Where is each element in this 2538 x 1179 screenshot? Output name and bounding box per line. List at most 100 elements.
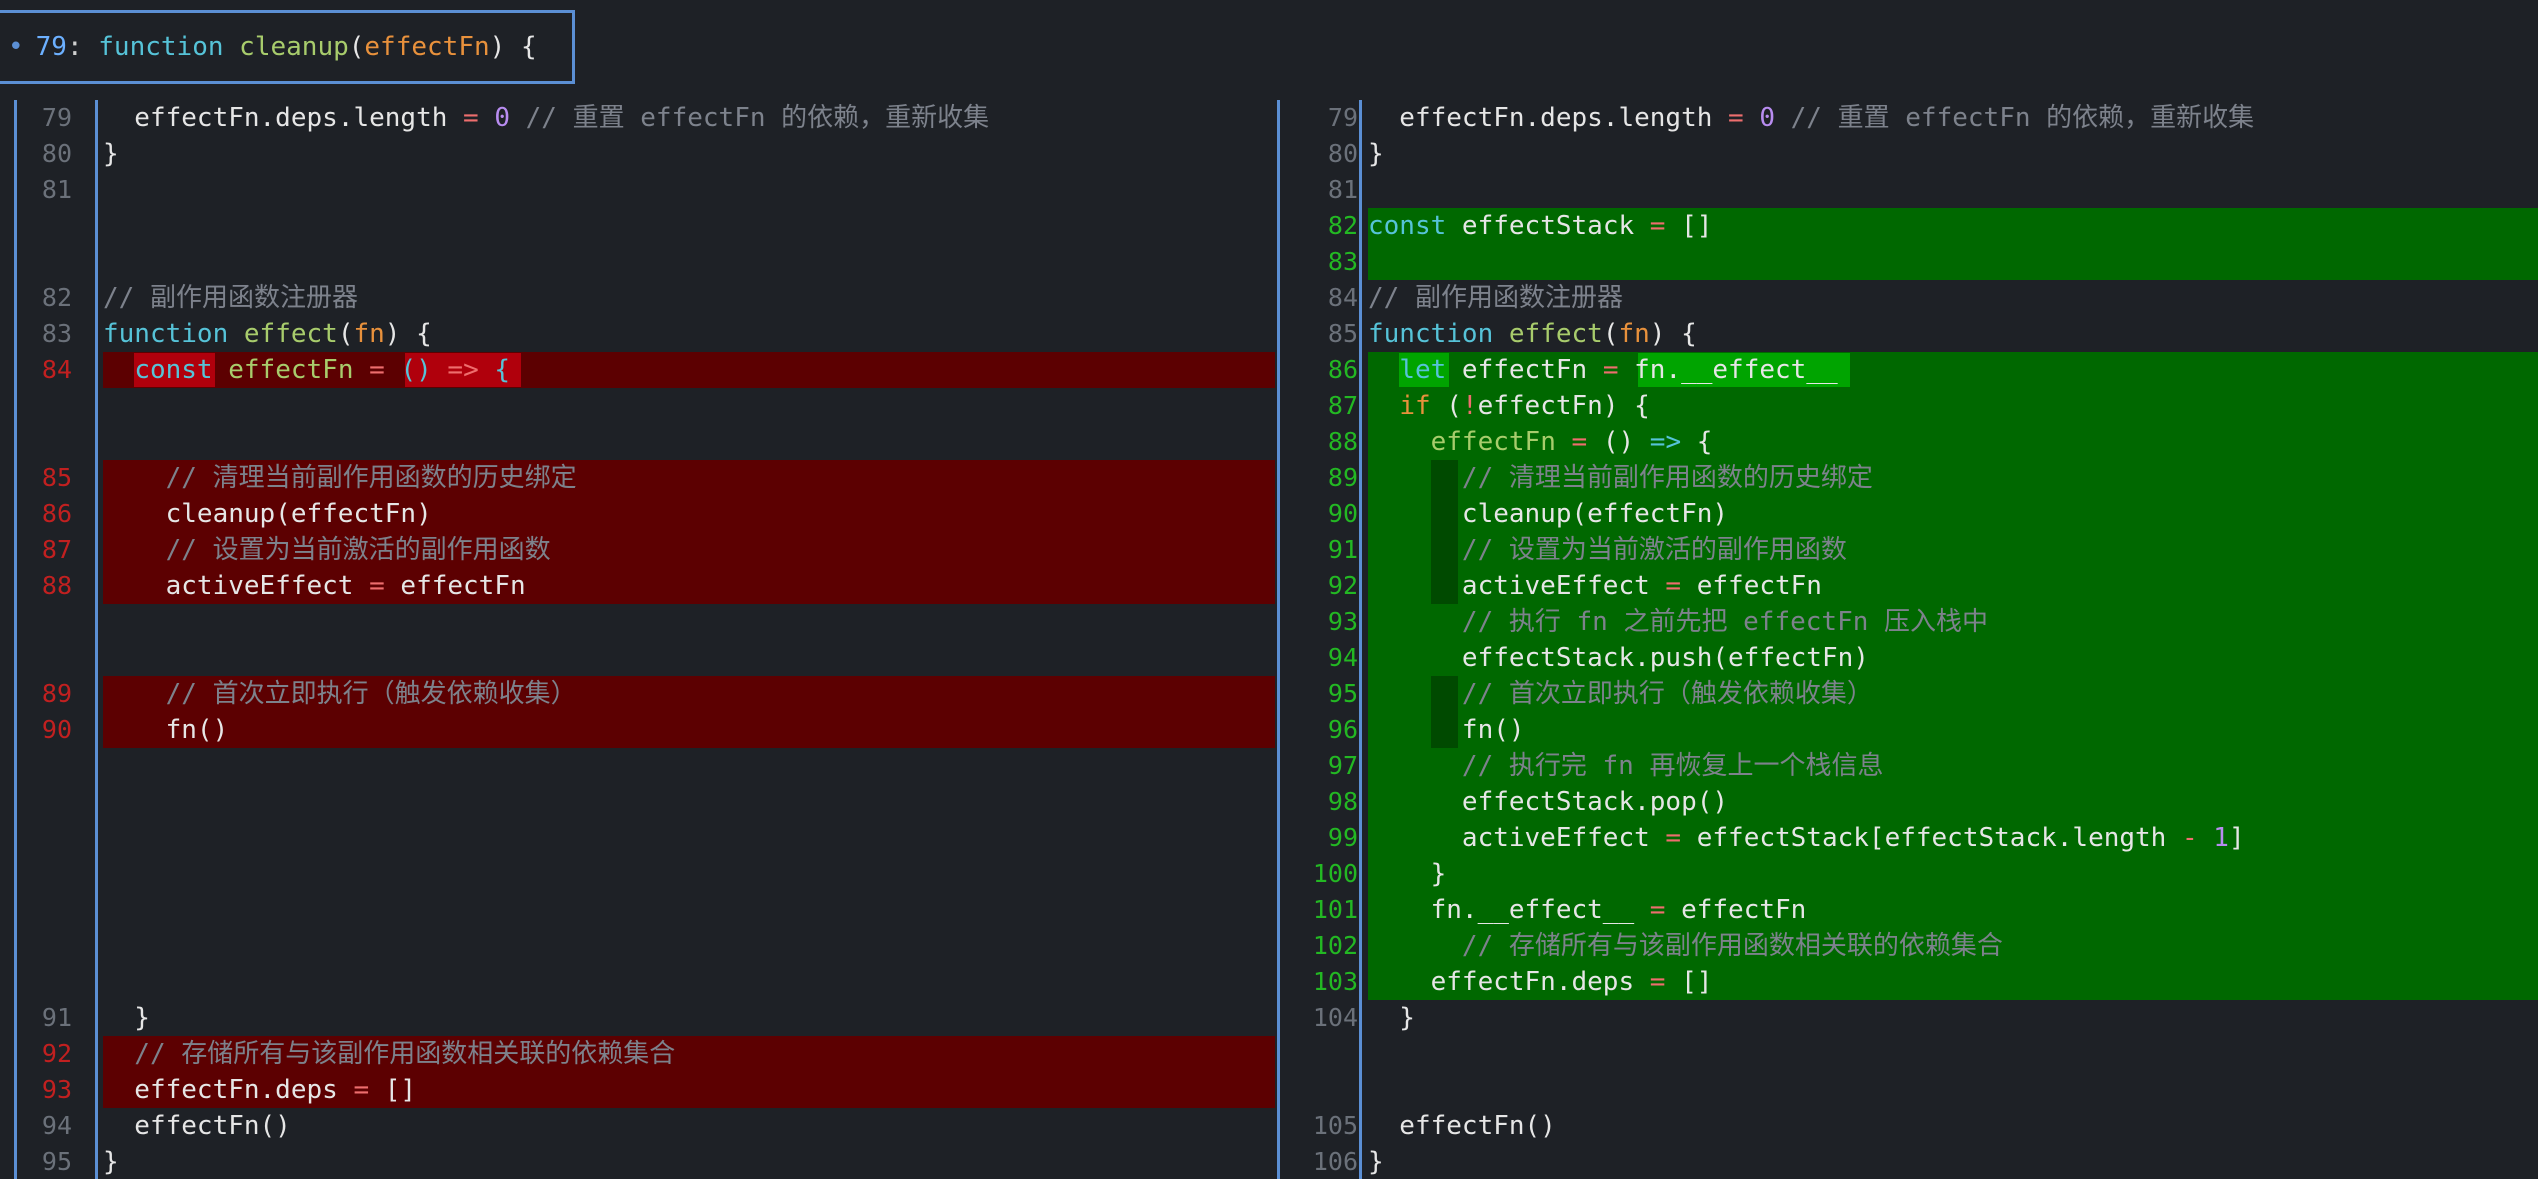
added-line[interactable]: 99 activeEffect = effectStack[effectStac… [1275, 820, 2538, 856]
code-line[interactable]: 83 function effect(fn) { [0, 316, 1275, 352]
code-text: let effectFn = fn.__effect__ [1399, 355, 1838, 385]
code-text: effectFn() [103, 1111, 291, 1141]
line-number: 83 [41, 319, 72, 348]
deleted-line[interactable]: 93 effectFn.deps = [] [0, 1072, 1275, 1108]
line-number: 92 [41, 1039, 72, 1068]
added-line[interactable]: 91 // 设置为当前激活的副作用函数 [1275, 532, 2538, 568]
line-number: 103 [1312, 967, 1358, 996]
code-comment: // 副作用函数注册器 [103, 283, 358, 313]
added-line[interactable]: 101 fn.__effect__ = effectFn [1275, 892, 2538, 928]
added-line[interactable]: 94 effectStack.push(effectFn) [1275, 640, 2538, 676]
code-text: activeEffect = effectFn [103, 571, 526, 601]
line-number: 93 [41, 1075, 72, 1104]
scope-close: ) { [489, 32, 537, 62]
deleted-line[interactable]: 90 fn() [0, 712, 1275, 748]
line-number: 92 [1327, 571, 1358, 600]
code-text: } [1368, 1003, 1415, 1033]
code-text: } [1368, 139, 1384, 169]
code-line[interactable]: 106 } [1275, 1144, 2538, 1179]
code-line[interactable]: 105 effectFn() [1275, 1108, 2538, 1144]
line-number: 85 [1327, 319, 1358, 348]
deleted-line[interactable]: 86 cleanup(effectFn) [0, 496, 1275, 532]
line-number: 85 [41, 463, 72, 492]
line-number: 82 [1327, 211, 1358, 240]
line-number: 91 [1327, 535, 1358, 564]
code-line[interactable]: 95 } [0, 1144, 1275, 1179]
code-comment: // 执行 fn 之前先把 effectFn 压入栈中 [1368, 607, 1989, 637]
added-line[interactable]: 87 if (!effectFn) { [1275, 388, 2538, 424]
added-line[interactable]: 96 fn() [1275, 712, 2538, 748]
line-number: 90 [41, 715, 72, 744]
added-line[interactable]: 83 [1275, 244, 2538, 280]
line-number: 104 [1312, 1003, 1358, 1032]
added-line[interactable]: 98 effectStack.pop() [1275, 784, 2538, 820]
scope-keyword: function [98, 32, 224, 62]
line-number: 99 [1327, 823, 1358, 852]
line-number: 95 [1327, 679, 1358, 708]
code-line[interactable]: 84 // 副作用函数注册器 [1275, 280, 2538, 316]
deleted-line[interactable]: 87 // 设置为当前激活的副作用函数 [0, 532, 1275, 568]
added-line[interactable]: 82 const effectStack = [] [1275, 208, 2538, 244]
deleted-line[interactable]: 89 // 首次立即执行（触发依赖收集） [0, 676, 1275, 712]
added-line[interactable]: 102 // 存储所有与该副作用函数相关联的依赖集合 [1275, 928, 2538, 964]
line-number: 95 [41, 1147, 72, 1176]
code-text: const effectStack = [] [1368, 211, 1713, 241]
diff-left-pane[interactable]: 79 effectFn.deps.length = 0 // 重置 effect… [0, 100, 1275, 1179]
code-text: effectFn.deps = [] [103, 1075, 417, 1105]
code-text: } [103, 1003, 150, 1033]
diff-right-pane[interactable]: 79 effectFn.deps.length = 0 // 重置 effect… [1275, 100, 2538, 1179]
code-comment: // 存储所有与该副作用函数相关联的依赖集合 [103, 1039, 676, 1069]
code-line[interactable]: 79 effectFn.deps.length = 0 // 重置 effect… [0, 100, 1275, 136]
code-line[interactable]: 79 effectFn.deps.length = 0 // 重置 effect… [1275, 100, 2538, 136]
line-number: 81 [1327, 175, 1358, 204]
deleted-line[interactable]: 88 activeEffect = effectFn [0, 568, 1275, 604]
added-line[interactable]: 92 activeEffect = effectFn [1275, 568, 2538, 604]
code-line[interactable]: 80 } [0, 136, 1275, 172]
deleted-line[interactable]: 92 // 存储所有与该副作用函数相关联的依赖集合 [0, 1036, 1275, 1072]
code-line[interactable]: 81 [1275, 172, 2538, 208]
code-line[interactable]: 82 // 副作用函数注册器 [0, 280, 1275, 316]
line-number: 96 [1327, 715, 1358, 744]
added-line[interactable]: 89 // 清理当前副作用函数的历史绑定 [1275, 460, 2538, 496]
line-number: 106 [1312, 1147, 1358, 1176]
code-line[interactable]: 94 effectFn() [0, 1108, 1275, 1144]
deleted-line[interactable]: 85 // 清理当前副作用函数的历史绑定 [0, 460, 1275, 496]
added-line[interactable]: 88 effectFn = () => { [1275, 424, 2538, 460]
code-text: } [103, 1147, 119, 1177]
scope-open-paren: ( [348, 32, 365, 62]
line-number: 84 [41, 355, 72, 384]
code-line[interactable]: 81 [0, 172, 1275, 208]
code-text: activeEffect = effectFn [1368, 571, 1822, 601]
deleted-line[interactable]: 84 const effectFn = () => { [0, 352, 1275, 388]
code-comment: // 存储所有与该副作用函数相关联的依赖集合 [1368, 931, 2003, 961]
added-line[interactable]: 100 } [1275, 856, 2538, 892]
added-line[interactable]: 93 // 执行 fn 之前先把 effectFn 压入栈中 [1275, 604, 2538, 640]
scope-bullet-icon: • [8, 32, 24, 62]
line-number: 87 [1327, 391, 1358, 420]
added-line[interactable]: 86 let effectFn = fn.__effect__ [1275, 352, 2538, 388]
added-line[interactable]: 103 effectFn.deps = [] [1275, 964, 2538, 1000]
code-comment: // 首次立即执行（触发依赖收集） [1368, 679, 1873, 709]
line-number: 93 [1327, 607, 1358, 636]
line-number: 88 [41, 571, 72, 600]
scope-colon: : [66, 32, 83, 62]
line-number: 82 [41, 283, 72, 312]
code-text: effectFn.deps.length = 0 // 重置 effectFn … [1368, 103, 2255, 133]
added-line[interactable]: 97 // 执行完 fn 再恢复上一个栈信息 [1275, 748, 2538, 784]
line-number: 101 [1312, 895, 1358, 924]
code-comment: // 执行完 fn 再恢复上一个栈信息 [1368, 751, 1884, 781]
code-text: effectFn = () => { [1430, 427, 1713, 457]
line-number: 102 [1312, 931, 1358, 960]
added-line[interactable]: 90 cleanup(effectFn) [1275, 496, 2538, 532]
line-number: 89 [41, 679, 72, 708]
code-text: } [1368, 1147, 1384, 1177]
code-text: } [103, 139, 119, 169]
code-text: effectFn() [1368, 1111, 1556, 1141]
sticky-scope-header[interactable]: • 79 : function cleanup ( effectFn ) { [0, 10, 575, 84]
code-line[interactable]: 80 } [1275, 136, 2538, 172]
code-line[interactable]: 91 } [0, 1000, 1275, 1036]
line-number: 94 [41, 1111, 72, 1140]
code-line[interactable]: 85 function effect(fn) { [1275, 316, 2538, 352]
added-line[interactable]: 95 // 首次立即执行（触发依赖收集） [1275, 676, 2538, 712]
code-line[interactable]: 104 } [1275, 1000, 2538, 1036]
